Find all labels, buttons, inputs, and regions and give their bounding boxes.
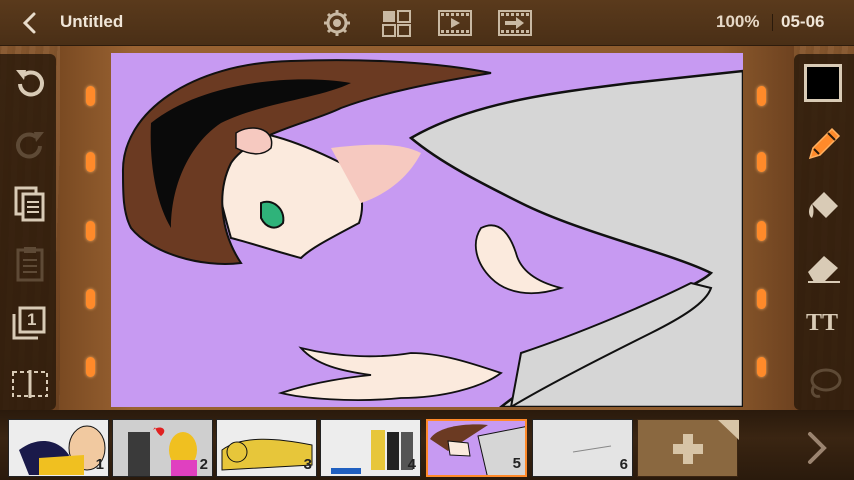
settings-icon[interactable]	[320, 7, 354, 39]
drawing-canvas[interactable]	[111, 53, 743, 407]
film-perforation	[757, 357, 766, 377]
frame-thumbnail-3[interactable]: 3	[216, 419, 317, 477]
back-icon[interactable]	[18, 10, 44, 36]
fill-bucket-icon[interactable]	[804, 186, 844, 226]
film-perforation	[86, 289, 95, 309]
play-icon[interactable]	[438, 7, 472, 39]
film-perforation	[86, 86, 95, 106]
film-perforation	[757, 86, 766, 106]
film-perforation	[757, 289, 766, 309]
export-icon[interactable]	[498, 7, 532, 39]
eraser-icon[interactable]	[804, 246, 844, 286]
redo-icon[interactable]	[10, 126, 50, 166]
film-perforation	[86, 221, 95, 241]
frame-number: 2	[199, 456, 208, 473]
frame-number: 4	[407, 456, 416, 473]
layout-grid-icon[interactable]	[380, 7, 414, 39]
left-toolbar: 1	[0, 54, 56, 410]
top-bar: Untitled 100% 05-06	[0, 0, 854, 46]
frame-thumbnail-5[interactable]: 5	[426, 419, 527, 477]
add-frame-button[interactable]	[637, 419, 739, 477]
frame-number: 6	[619, 456, 628, 473]
frame-thumbnail-4[interactable]: 4	[320, 419, 421, 477]
zoom-level: 100%	[716, 12, 760, 31]
plus-icon	[673, 420, 739, 464]
pencil-icon[interactable]	[804, 124, 844, 164]
frame-preview	[113, 420, 212, 476]
film-perforation	[757, 221, 766, 241]
canvas-artwork	[121, 59, 743, 407]
frame-preview	[9, 420, 108, 476]
frame-thumbnail-2[interactable]: 2	[112, 419, 213, 477]
frame-number: 3	[303, 456, 312, 473]
text-tool-label: TT	[806, 310, 839, 336]
split-frame-icon[interactable]	[10, 364, 50, 404]
right-toolbar: TT	[794, 54, 854, 410]
frame-number: 1	[95, 456, 104, 473]
header-divider	[772, 14, 773, 31]
undo-icon[interactable]	[10, 64, 50, 104]
chevron-right-icon[interactable]	[800, 428, 834, 468]
film-perforation	[86, 152, 95, 172]
paste-icon[interactable]	[10, 244, 50, 284]
layer-icon[interactable]: 1	[10, 304, 50, 344]
frame-number: 5	[512, 455, 521, 472]
layer-number: 1	[27, 310, 37, 329]
film-perforation	[757, 152, 766, 172]
color-swatch[interactable]	[804, 64, 842, 102]
copy-icon[interactable]	[10, 184, 50, 224]
document-title[interactable]: Untitled	[60, 12, 123, 32]
text-icon[interactable]: TT	[804, 304, 844, 344]
frame-thumbnail-1[interactable]: 1	[8, 419, 109, 477]
frame-indicator: 05-06	[781, 12, 825, 31]
frame-preview	[217, 420, 316, 476]
lasso-icon[interactable]	[804, 364, 844, 404]
frame-preview	[321, 420, 420, 476]
film-perforation	[86, 357, 95, 377]
frame-thumbnail-6[interactable]: 6	[532, 419, 633, 477]
frame-preview	[533, 420, 632, 476]
